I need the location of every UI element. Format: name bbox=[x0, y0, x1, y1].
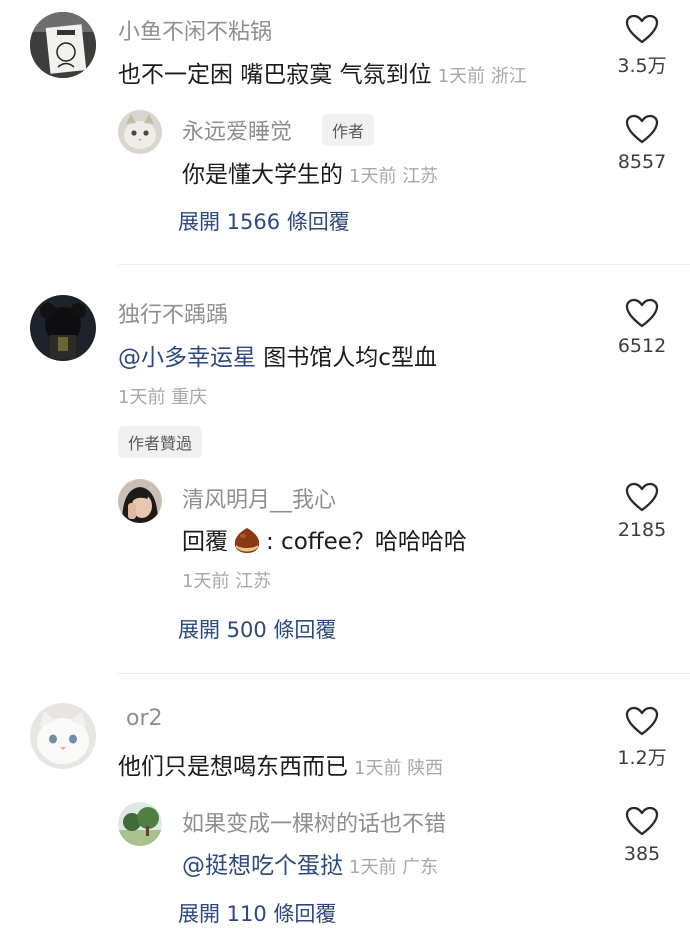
reply-like-button[interactable]: 2185 bbox=[605, 482, 679, 541]
reply-username[interactable]: 如果变成一棵树的话也不错 bbox=[182, 806, 446, 838]
like-count: 3.5万 bbox=[617, 55, 667, 77]
reply-username[interactable]: 清风明月__我心 bbox=[182, 482, 336, 514]
comment-time: 1天前 bbox=[437, 66, 486, 87]
reply-content: 你是懂大学生的 bbox=[182, 162, 343, 188]
comment-text: 他们只是想喝东西而已 1天前 陕西 bbox=[118, 747, 443, 781]
reply-text: 你是懂大学生的 1天前 江苏 bbox=[182, 155, 438, 189]
heart-outline-icon bbox=[625, 14, 659, 44]
heart-outline-icon bbox=[625, 806, 659, 836]
comment-username[interactable]: 独行不踽踽 bbox=[118, 297, 228, 329]
reply-location: 江苏 bbox=[235, 571, 272, 592]
comment-location: 陕西 bbox=[407, 758, 444, 779]
like-count: 6512 bbox=[617, 335, 667, 357]
like-button[interactable]: 1.2万 bbox=[605, 706, 679, 770]
reply-meta: 1天前 江苏 bbox=[182, 567, 271, 593]
reply-location: 广东 bbox=[402, 857, 439, 878]
avatar[interactable] bbox=[30, 703, 96, 769]
reply-content: : coffee？哈哈哈哈 bbox=[266, 529, 467, 555]
mention-link[interactable]: @挺想吃个蛋挞 bbox=[182, 853, 343, 879]
reply-like-button[interactable]: 385 bbox=[605, 806, 679, 865]
comment-username[interactable]: 小鱼不闲不粘锅 bbox=[118, 14, 272, 46]
comment-content: 也不一定困 嘴巴寂寞 气氛到位 bbox=[118, 62, 432, 88]
comment-time: 1天前 bbox=[354, 758, 402, 779]
comment-text: 也不一定困 嘴巴寂寞 气氛到位 1天前 浙江 bbox=[118, 55, 527, 89]
comment-username[interactable]: or2 bbox=[126, 706, 163, 731]
like-count: 385 bbox=[623, 843, 661, 865]
reply-avatar[interactable] bbox=[118, 479, 162, 523]
reply-text: 回覆 : coffee？哈哈哈哈 bbox=[182, 522, 467, 556]
reply-text: @挺想吃个蛋挞 1天前 广东 bbox=[182, 846, 438, 880]
reply-prefix: 回覆 bbox=[182, 529, 228, 555]
comment-time: 1天前 bbox=[118, 387, 166, 408]
comment-location: 重庆 bbox=[171, 387, 208, 408]
like-button[interactable]: 3.5万 bbox=[605, 14, 679, 78]
heart-outline-icon bbox=[625, 482, 659, 512]
reply-time: 1天前 bbox=[349, 166, 397, 187]
chestnut-emoji-icon bbox=[234, 528, 260, 553]
author-liked-badge: 作者贊過 bbox=[118, 426, 203, 458]
expand-replies-button[interactable]: 展開 500 條回覆 bbox=[178, 614, 336, 644]
reply-avatar[interactable] bbox=[118, 802, 162, 846]
comment-content: 图书馆人均c型血 bbox=[256, 345, 437, 371]
reply-avatar[interactable] bbox=[118, 110, 162, 154]
expand-replies-button[interactable]: 展開 110 條回覆 bbox=[178, 898, 336, 928]
like-count: 8557 bbox=[617, 151, 667, 173]
like-count: 1.2万 bbox=[617, 747, 667, 769]
reply-username[interactable]: 永远爱睡觉 bbox=[182, 114, 292, 146]
reply-time: 1天前 bbox=[182, 571, 230, 592]
comment-location: 浙江 bbox=[490, 66, 527, 87]
heart-outline-icon bbox=[625, 298, 659, 328]
reply-time: 1天前 bbox=[349, 857, 397, 878]
divider bbox=[118, 673, 690, 674]
author-badge: 作者 bbox=[322, 114, 375, 146]
divider bbox=[118, 264, 690, 265]
comment-content: 他们只是想喝东西而已 bbox=[118, 754, 348, 780]
avatar[interactable] bbox=[30, 12, 96, 78]
heart-outline-icon bbox=[625, 706, 659, 736]
expand-replies-button[interactable]: 展開 1566 條回覆 bbox=[178, 206, 350, 236]
comment-meta: 1天前 重庆 bbox=[118, 383, 207, 409]
reply-location: 江苏 bbox=[402, 166, 439, 187]
like-count: 2185 bbox=[617, 519, 667, 541]
mention-link[interactable]: @小多幸运星 bbox=[118, 345, 256, 371]
comment-text: @小多幸运星 图书馆人均c型血 bbox=[118, 338, 437, 372]
heart-outline-icon bbox=[625, 114, 659, 144]
like-button[interactable]: 6512 bbox=[605, 298, 679, 357]
reply-like-button[interactable]: 8557 bbox=[605, 114, 679, 173]
avatar[interactable] bbox=[30, 295, 96, 361]
